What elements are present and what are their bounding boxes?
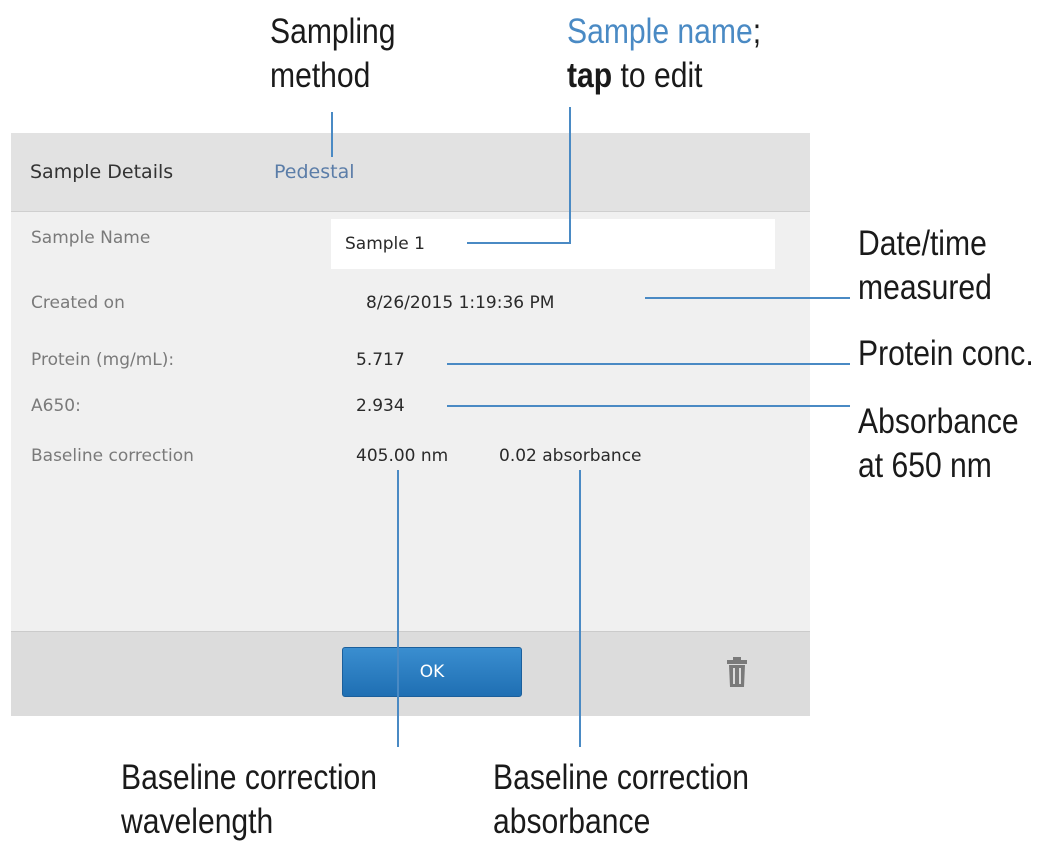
callout-date-time: Date/time measured [858,222,992,310]
baseline-label: Baseline correction [31,446,194,466]
callout-baseline-wavelength: Baseline correction wavelength [121,756,377,844]
sample-name-label: Sample Name [31,228,151,248]
callout-baseline-wavelength-line1: Baseline correction [121,758,377,797]
callout-sampling-method-line1: Sampling [270,12,396,51]
sample-name-input[interactable]: Sample 1 [331,219,775,269]
baseline-wavelength-value: 405.00 nm [356,446,449,466]
created-on-label: Created on [31,293,125,313]
trash-icon[interactable] [726,657,748,687]
callout-date-time-line2: measured [858,268,992,307]
callout-sample-name-bold: tap [567,56,613,95]
leader-sampling-method [331,112,333,157]
callout-sample-name-line2: tap to edit [567,54,761,98]
callout-baseline-absorbance-line1: Baseline correction [493,758,749,797]
callout-baseline-wavelength-line2: wavelength [121,802,274,841]
protein-label: Protein (mg/mL): [31,350,175,370]
callout-sample-name: Sample name; tap to edit [567,10,761,98]
leader-absorbance [447,405,850,407]
leader-date-time [645,297,850,299]
dialog-footer: OK [11,631,810,716]
callout-absorbance: Absorbance at 650 nm [858,400,1019,488]
baseline-absorbance-value: 0.02 absorbance [499,446,642,466]
callout-baseline-absorbance-line2: absorbance [493,802,651,841]
callout-protein-conc: Protein conc. [858,332,1034,376]
leader-sample-name-vertical [569,107,571,244]
sample-name-value: Sample 1 [345,234,425,254]
sample-details-dialog: Sample Details Pedestal Sample Name Samp… [11,133,810,716]
callout-baseline-absorbance: Baseline correction absorbance [493,756,749,844]
protein-value: 5.717 [356,350,405,370]
callout-absorbance-line1: Absorbance [858,402,1019,441]
callout-sample-name-accent: Sample name [567,12,753,51]
callout-sampling-method: Sampling method [270,10,395,98]
sampling-method-label: Pedestal [274,161,355,183]
callout-sampling-method-line2: method [270,56,371,95]
callout-date-time-line1: Date/time [858,224,987,263]
callout-absorbance-line2: at 650 nm [858,446,992,485]
dialog-title: Sample Details [30,161,174,183]
dialog-header: Sample Details Pedestal [11,133,810,212]
leader-baseline-wavelength [397,470,399,747]
created-on-value: 8/26/2015 1:19:36 PM [366,293,555,313]
ok-button[interactable]: OK [342,647,522,697]
ok-button-label: OK [419,662,445,682]
a650-value: 2.934 [356,396,405,416]
leader-baseline-absorbance [579,470,581,747]
callout-sample-name-suffix: ; [752,12,762,51]
callout-protein-conc-line1: Protein conc. [858,334,1034,373]
leader-sample-name-horizontal [467,242,571,244]
a650-label: A650: [31,396,81,416]
callout-sample-name-line1: Sample name; [567,10,761,54]
callout-sample-name-rest: to edit [612,56,703,95]
leader-protein [447,363,850,365]
